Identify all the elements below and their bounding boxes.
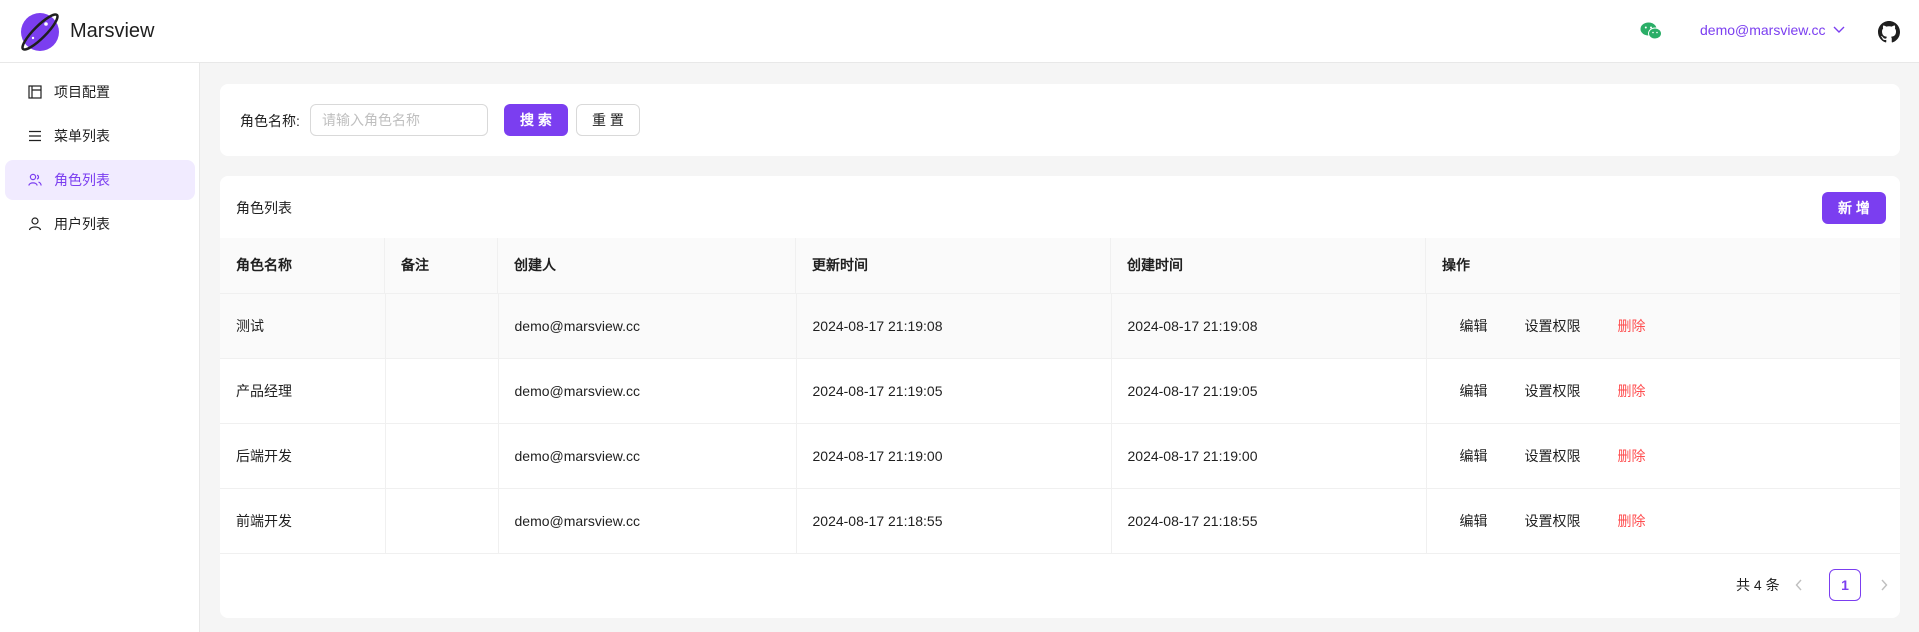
table-header-row: 角色名称 备注 创建人 更新时间 创建时间 操作 (220, 238, 1900, 294)
sidebar-item-menu-list[interactable]: 菜单列表 (5, 116, 195, 156)
cell-role-name: 测试 (220, 293, 386, 359)
cell-remark (385, 488, 499, 554)
search-button[interactable]: 搜 索 (504, 104, 568, 136)
cell-updated-time: 2024-08-17 21:18:55 (796, 488, 1112, 554)
role-table: 角色名称 备注 创建人 更新时间 创建时间 操作 测试 demo@marsvie… (220, 238, 1900, 554)
set-permission-button[interactable]: 设置权限 (1525, 316, 1581, 336)
wechat-icon[interactable] (1640, 22, 1662, 40)
role-name-label: 角色名称: (240, 113, 300, 129)
cell-actions: 编辑 设置权限 删除 (1426, 358, 1900, 424)
cell-created-time: 2024-08-17 21:18:55 (1111, 488, 1427, 554)
delete-button[interactable]: 删除 (1618, 511, 1646, 531)
cell-remark (385, 293, 499, 359)
top-header: Marsview demo@marsview.cc (0, 0, 1919, 63)
set-permission-button[interactable]: 设置权限 (1525, 446, 1581, 466)
cell-creator: demo@marsview.cc (498, 488, 797, 554)
user-icon (28, 217, 42, 231)
cell-creator: demo@marsview.cc (498, 293, 797, 359)
delete-button[interactable]: 删除 (1618, 446, 1646, 466)
delete-button[interactable]: 删除 (1618, 381, 1646, 401)
sidebar-item-user-list[interactable]: 用户列表 (5, 204, 195, 244)
menu-icon (29, 130, 41, 142)
column-header-actions: 操作 (1426, 238, 1900, 294)
cell-role-name: 前端开发 (220, 488, 386, 554)
cell-updated-time: 2024-08-17 21:19:00 (796, 423, 1112, 489)
cell-actions: 编辑 设置权限 删除 (1426, 423, 1900, 489)
role-name-input[interactable] (310, 104, 488, 136)
pagination-total: 共 4 条 (1736, 577, 1780, 593)
sidebar-item-label: 菜单列表 (54, 128, 110, 144)
sidebar-item-project-config[interactable]: 项目配置 (5, 72, 195, 112)
github-icon[interactable] (1878, 21, 1900, 43)
user-menu[interactable]: demo@marsview.cc (1700, 22, 1845, 38)
layout-icon (28, 85, 42, 99)
sidebar-item-label: 用户列表 (54, 216, 110, 232)
edit-button[interactable]: 编辑 (1460, 381, 1488, 401)
column-header-created: 创建时间 (1111, 238, 1426, 294)
edit-button[interactable]: 编辑 (1460, 316, 1488, 336)
set-permission-button[interactable]: 设置权限 (1525, 511, 1581, 531)
reset-button[interactable]: 重 置 (576, 104, 640, 136)
cell-role-name: 后端开发 (220, 423, 386, 489)
search-form: 角色名称: 搜 索 重 置 (220, 84, 1900, 156)
page-number-button[interactable]: 1 (1829, 569, 1861, 601)
cell-created-time: 2024-08-17 21:19:05 (1111, 358, 1427, 424)
cell-creator: demo@marsview.cc (498, 423, 797, 489)
sidebar-item-label: 项目配置 (54, 84, 110, 100)
sidebar: 项目配置 菜单列表 角色列表 用户列表 (0, 63, 200, 632)
cell-created-time: 2024-08-17 21:19:00 (1111, 423, 1427, 489)
marsview-logo-icon[interactable] (19, 11, 61, 53)
chevron-down-icon (1833, 26, 1845, 33)
cell-updated-time: 2024-08-17 21:19:08 (796, 293, 1112, 359)
sidebar-item-label: 角色列表 (54, 172, 110, 188)
column-header-remark: 备注 (385, 238, 498, 294)
sidebar-item-role-list[interactable]: 角色列表 (5, 160, 195, 200)
cell-actions: 编辑 设置权限 删除 (1426, 488, 1900, 554)
cell-updated-time: 2024-08-17 21:19:05 (796, 358, 1112, 424)
table-row: 产品经理 demo@marsview.cc 2024-08-17 21:19:0… (220, 358, 1900, 424)
set-permission-button[interactable]: 设置权限 (1525, 381, 1581, 401)
cell-creator: demo@marsview.cc (498, 358, 797, 424)
column-header-updated: 更新时间 (796, 238, 1111, 294)
edit-button[interactable]: 编辑 (1460, 511, 1488, 531)
cell-actions: 编辑 设置权限 删除 (1426, 293, 1900, 359)
role-icon (28, 173, 42, 186)
table-title: 角色列表 (236, 200, 292, 216)
table-row: 测试 demo@marsview.cc 2024-08-17 21:19:08 … (220, 293, 1900, 359)
delete-button[interactable]: 删除 (1618, 316, 1646, 336)
cell-created-time: 2024-08-17 21:19:08 (1111, 293, 1427, 359)
chevron-right-icon[interactable] (1880, 579, 1888, 591)
column-header-name: 角色名称 (220, 238, 385, 294)
cell-remark (385, 358, 499, 424)
edit-button[interactable]: 编辑 (1460, 446, 1488, 466)
table-row: 后端开发 demo@marsview.cc 2024-08-17 21:19:0… (220, 423, 1900, 489)
cell-remark (385, 423, 499, 489)
chevron-left-icon[interactable] (1795, 579, 1803, 591)
user-email[interactable]: demo@marsview.cc (1700, 22, 1825, 38)
table-row: 前端开发 demo@marsview.cc 2024-08-17 21:18:5… (220, 488, 1900, 554)
app-title[interactable]: Marsview (70, 20, 154, 43)
column-header-creator: 创建人 (498, 238, 796, 294)
add-role-button[interactable]: 新 增 (1822, 192, 1886, 224)
role-table-card: 角色列表 新 增 角色名称 备注 创建人 更新时间 创建时间 操作 测试 dem… (220, 176, 1900, 618)
cell-role-name: 产品经理 (220, 358, 386, 424)
